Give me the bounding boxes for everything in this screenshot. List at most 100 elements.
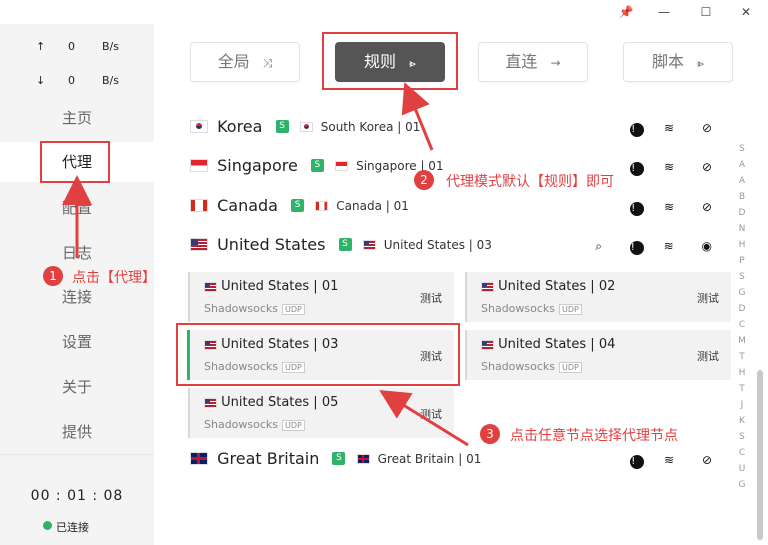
us-flag-icon bbox=[481, 281, 494, 292]
shuffle-icon: ⤨ bbox=[262, 56, 273, 70]
us-flag-icon bbox=[204, 397, 217, 408]
index-letter[interactable]: M bbox=[737, 336, 747, 346]
group-great-britain[interactable]: Great Britain S Great Britain | 01 ! ≋ ⊘ bbox=[190, 448, 730, 476]
mode-direct-button[interactable]: 直连 → bbox=[478, 42, 588, 82]
index-letter[interactable]: J bbox=[737, 400, 747, 410]
wifi-icon[interactable]: ≋ bbox=[664, 160, 682, 174]
index-letter[interactable]: H bbox=[737, 240, 747, 250]
index-letter[interactable]: A bbox=[737, 160, 747, 170]
highlight-rule-mode bbox=[322, 32, 458, 90]
node-card[interactable]: United States | 01 Shadowsocks UDP 测试 bbox=[188, 272, 454, 322]
group-type-badge: S bbox=[291, 199, 305, 212]
test-button[interactable]: 测试 bbox=[697, 290, 719, 306]
alert-icon[interactable]: ! bbox=[630, 123, 645, 137]
connection-status: 已连接 bbox=[43, 519, 89, 535]
upload-arrow-icon: ↑ bbox=[36, 40, 46, 53]
udp-badge: UDP bbox=[559, 304, 582, 315]
alert-icon[interactable]: ! bbox=[630, 162, 645, 176]
mode-script-button[interactable]: 脚本 ⩺ bbox=[623, 42, 733, 82]
index-letter[interactable]: T bbox=[737, 384, 747, 394]
eye-off-icon[interactable]: ⊘ bbox=[702, 453, 720, 467]
index-letter[interactable]: T bbox=[737, 352, 747, 362]
nav-providers[interactable]: 提供 bbox=[0, 412, 154, 452]
index-letter[interactable]: S bbox=[737, 272, 747, 282]
maximize-icon[interactable]: ☐ bbox=[696, 2, 716, 22]
group-current-node: Canada | 01 bbox=[336, 198, 409, 213]
wifi-icon[interactable]: ≋ bbox=[664, 453, 682, 467]
eye-off-icon[interactable]: ⊘ bbox=[702, 200, 720, 214]
scrollbar-thumb[interactable] bbox=[757, 370, 763, 540]
us-flag-icon bbox=[190, 238, 208, 251]
index-letter[interactable]: D bbox=[737, 304, 747, 314]
udp-badge: UDP bbox=[282, 304, 305, 315]
index-letter[interactable]: N bbox=[737, 224, 747, 234]
sidebar-divider bbox=[0, 454, 154, 455]
download-value: 0 bbox=[68, 74, 75, 87]
group-actions: ! ≋ ⊘ bbox=[622, 200, 720, 216]
index-letter[interactable]: G bbox=[737, 480, 747, 490]
arrow-right-icon: → bbox=[550, 56, 561, 70]
nav-settings[interactable]: 设置 bbox=[0, 322, 154, 362]
annotation-3-text: 点击任意节点选择代理节点 bbox=[510, 428, 678, 444]
group-united-states[interactable]: United States S United States | 03 ⌕ ! ≋… bbox=[190, 234, 730, 262]
gb-flag-icon bbox=[190, 452, 208, 465]
test-button[interactable]: 测试 bbox=[697, 348, 719, 364]
index-letter[interactable]: K bbox=[737, 416, 747, 426]
upload-speed: ↑ 0 B/s bbox=[0, 36, 154, 60]
search-icon[interactable]: ⌕ bbox=[595, 239, 610, 253]
index-letter[interactable]: S bbox=[737, 432, 747, 442]
index-letter[interactable]: B bbox=[737, 192, 747, 202]
group-korea[interactable]: Korea S South Korea | 01 ! ≋ ⊘ bbox=[190, 116, 730, 144]
alert-icon[interactable]: ! bbox=[630, 455, 645, 469]
index-letter[interactable]: C bbox=[737, 448, 747, 458]
nav-home[interactable]: 主页 bbox=[0, 98, 154, 138]
minimize-icon[interactable]: — bbox=[654, 2, 674, 22]
mode-global-button[interactable]: 全局 ⤨ bbox=[190, 42, 300, 82]
node-card[interactable]: United States | 04 Shadowsocks UDP 测试 bbox=[465, 330, 731, 380]
index-letter[interactable]: H bbox=[737, 368, 747, 378]
index-letter[interactable]: U bbox=[737, 464, 747, 474]
upload-unit: B/s bbox=[102, 40, 119, 53]
wifi-icon[interactable]: ≋ bbox=[664, 200, 682, 214]
node-card[interactable]: United States | 05 Shadowsocks UDP 测试 bbox=[188, 388, 454, 438]
sg-flag-icon bbox=[190, 159, 208, 172]
test-button[interactable]: 测试 bbox=[420, 406, 442, 422]
status-text: 已连接 bbox=[56, 521, 89, 534]
sg-flag-icon bbox=[335, 160, 348, 171]
highlight-proxy-nav bbox=[40, 141, 110, 183]
annotation-2-number: 2 bbox=[414, 170, 434, 190]
download-unit: B/s bbox=[102, 74, 119, 87]
index-letter[interactable]: A bbox=[737, 176, 747, 186]
status-dot-icon bbox=[43, 521, 52, 530]
alert-icon[interactable]: ! bbox=[630, 202, 645, 216]
test-button[interactable]: 测试 bbox=[420, 290, 442, 306]
pin-icon[interactable]: 📌 bbox=[616, 2, 636, 22]
udp-badge: UDP bbox=[559, 362, 582, 373]
index-letter[interactable]: C bbox=[737, 320, 747, 330]
index-letter[interactable]: G bbox=[737, 288, 747, 298]
group-type-badge: S bbox=[310, 159, 324, 172]
eye-off-icon[interactable]: ⊘ bbox=[702, 160, 720, 174]
index-letter[interactable]: S bbox=[737, 144, 747, 154]
eye-icon[interactable]: ◉ bbox=[702, 239, 720, 253]
download-arrow-icon: ↓ bbox=[36, 74, 46, 87]
gb-flag-icon bbox=[356, 453, 370, 464]
node-card[interactable]: United States | 02 Shadowsocks UDP 测试 bbox=[465, 272, 731, 322]
annotation-3-number: 3 bbox=[480, 424, 500, 444]
group-actions: ⌕ ! ≋ ◉ bbox=[595, 239, 720, 255]
title-bar: 📌 — ☐ ✕ bbox=[0, 0, 768, 24]
group-actions: ! ≋ ⊘ bbox=[622, 453, 720, 469]
wifi-icon[interactable]: ≋ bbox=[664, 121, 682, 135]
group-type-badge: S bbox=[275, 120, 289, 133]
index-letter[interactable]: D bbox=[737, 208, 747, 218]
eye-off-icon[interactable]: ⊘ bbox=[702, 121, 720, 135]
alert-icon[interactable]: ! bbox=[629, 241, 644, 255]
group-current-node: Great Britain | 01 bbox=[377, 451, 482, 466]
nav-about[interactable]: 关于 bbox=[0, 367, 154, 407]
index-letter[interactable]: P bbox=[737, 256, 747, 266]
close-icon[interactable]: ✕ bbox=[736, 2, 756, 22]
us-flag-icon bbox=[481, 339, 494, 350]
group-canada[interactable]: Canada S Canada | 01 ! ≋ ⊘ bbox=[190, 195, 730, 223]
nav-config[interactable]: 配置 bbox=[0, 188, 154, 228]
wifi-icon[interactable]: ≋ bbox=[664, 239, 682, 253]
